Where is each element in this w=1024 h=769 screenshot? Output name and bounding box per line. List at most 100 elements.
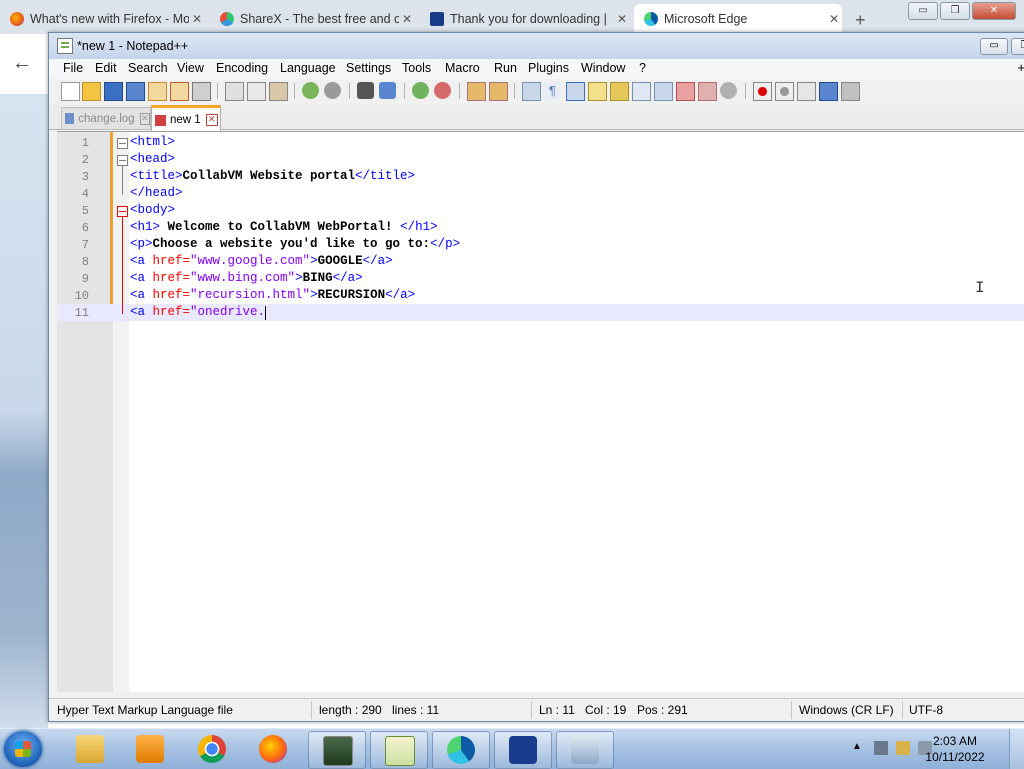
close-icon[interactable]: ✕ [614, 12, 630, 26]
menu-edit[interactable]: Edit [95, 61, 117, 75]
code-line[interactable]: <title>CollabVM Website portal</title> [130, 169, 415, 183]
code-line[interactable]: <a href="onedrive. [130, 305, 265, 319]
print-icon[interactable] [192, 82, 211, 101]
status-eol[interactable]: Windows (CR LF) [799, 703, 894, 717]
clock-date[interactable]: 10/11/2022 [920, 750, 990, 764]
plugin-icon[interactable] [720, 82, 737, 99]
code-line[interactable]: <a href="www.bing.com">BING</a> [130, 271, 363, 285]
redo-icon[interactable] [324, 82, 341, 99]
menu-window[interactable]: Window [581, 61, 625, 75]
minimize-button[interactable]: ▭ [980, 38, 1008, 55]
menu-view[interactable]: View [177, 61, 204, 75]
menu-encoding[interactable]: Encoding [216, 61, 268, 75]
action-center-icon[interactable] [896, 741, 910, 755]
menu-run[interactable]: Run [494, 61, 517, 75]
code-line[interactable]: <a href="www.google.com">GOOGLE</a> [130, 254, 393, 268]
code-line[interactable]: <p>Choose a website you'd like to go to:… [130, 237, 460, 251]
run-macro-multiple-icon[interactable] [819, 82, 838, 101]
folder-workspace-icon[interactable] [654, 82, 673, 101]
cut-icon[interactable] [225, 82, 244, 101]
browser-tab-edge[interactable]: Microsoft Edge ✕ [634, 4, 842, 34]
close-icon[interactable]: ✕ [205, 114, 218, 126]
indent-guide-icon[interactable] [566, 82, 585, 101]
close-file-icon[interactable] [148, 82, 167, 101]
save-macro-icon[interactable] [841, 82, 860, 101]
doc-map-icon[interactable] [610, 82, 629, 101]
user-language-icon[interactable] [588, 82, 607, 101]
close-icon[interactable]: ✕ [189, 12, 205, 26]
menu-tools[interactable]: Tools [402, 61, 431, 75]
code-line[interactable]: </head> [130, 186, 183, 200]
taskbar-notepadpp[interactable] [370, 731, 428, 769]
open-file-icon[interactable] [82, 82, 101, 101]
close-button[interactable]: ✕ [972, 2, 1016, 20]
title-bar[interactable]: *new 1 - Notepad++ ▭ ❐ [49, 33, 1024, 59]
save-all-icon[interactable] [126, 82, 145, 101]
new-file-icon[interactable] [61, 82, 80, 101]
restore-button[interactable]: ❐ [1011, 38, 1024, 55]
monitoring-icon[interactable] [676, 82, 695, 101]
stop-macro-icon[interactable] [775, 82, 794, 101]
status-position[interactable]: Pos : 291 [637, 703, 688, 717]
close-all-icon[interactable] [170, 82, 189, 101]
close-icon[interactable]: ✕ [826, 12, 842, 26]
play-macro-icon[interactable] [797, 82, 816, 101]
save-icon[interactable] [104, 82, 123, 101]
closed-folder-icon[interactable] [698, 82, 717, 101]
undo-icon[interactable] [302, 82, 319, 99]
menu-language[interactable]: Language [280, 61, 336, 75]
menu-plugins[interactable]: Plugins [528, 61, 569, 75]
menu-search[interactable]: Search [128, 61, 168, 75]
notepadpp-icon[interactable] [57, 38, 73, 54]
function-list-icon[interactable] [632, 82, 651, 101]
replace-icon[interactable] [379, 82, 396, 99]
browser-tab-malwarebytes[interactable]: Thank you for downloading | ✕ [420, 4, 630, 34]
paste-icon[interactable] [269, 82, 288, 101]
editor[interactable]: 1 2 3 4 5 6 7 8 9 10 11 <html> <head> <title>CollabV… [57, 131, 1024, 692]
tab-change-log[interactable]: change.log ✕ [61, 107, 151, 130]
show-desktop-button[interactable] [1009, 729, 1024, 769]
sync-horizontal-icon[interactable] [489, 82, 508, 101]
browser-tab-firefox[interactable]: What's new with Firefox - Mo ✕ [0, 4, 205, 34]
sync-vertical-icon[interactable] [467, 82, 486, 101]
clock-time[interactable]: 2:03 AM [920, 734, 990, 748]
taskbar-firefox[interactable] [245, 731, 301, 767]
show-hidden-icons-icon[interactable]: ▲ [852, 741, 866, 755]
taskbar-file-explorer[interactable] [62, 731, 118, 767]
show-all-characters-icon[interactable]: ¶ [544, 82, 561, 99]
zoom-in-icon[interactable] [412, 82, 429, 99]
copy-icon[interactable] [247, 82, 266, 101]
menu-file[interactable]: File [63, 61, 83, 75]
status-line[interactable]: Ln : 11 [539, 703, 575, 717]
code-line[interactable]: <h1> Welcome to CollabVM WebPortal! </h1… [130, 220, 438, 234]
code-line[interactable]: <head> [130, 152, 175, 166]
status-column[interactable]: Col : 19 [585, 703, 626, 717]
taskbar-edge[interactable] [432, 731, 490, 769]
browser-tab-sharex[interactable]: ShareX - The best free and op ✕ [210, 4, 415, 34]
find-icon[interactable] [357, 82, 374, 99]
close-icon[interactable]: ✕ [139, 112, 150, 125]
back-arrow-icon[interactable]: ← [12, 52, 32, 75]
code-area[interactable]: <html> <head> <title>CollabVM Website port… [129, 132, 1024, 692]
menu-help[interactable]: ? [639, 61, 646, 75]
close-icon[interactable]: ✕ [399, 12, 415, 26]
network-icon[interactable] [874, 741, 888, 755]
taskbar-malwarebytes[interactable] [494, 731, 552, 769]
restore-button[interactable]: ❐ [940, 2, 970, 20]
record-macro-icon[interactable] [753, 82, 772, 101]
code-line[interactable]: <html> [130, 135, 175, 149]
menu-settings[interactable]: Settings [346, 61, 391, 75]
start-button[interactable] [4, 731, 42, 767]
code-line[interactable]: <body> [130, 203, 175, 217]
zoom-out-icon[interactable] [434, 82, 451, 99]
fold-toggle-icon[interactable] [117, 138, 128, 149]
taskbar-media-player[interactable] [122, 731, 178, 767]
taskbar-task-manager[interactable] [308, 731, 366, 769]
word-wrap-icon[interactable] [522, 82, 541, 101]
tab-new-1[interactable]: new 1 ✕ [151, 105, 221, 132]
new-tab-button[interactable]: + [855, 10, 866, 31]
code-line[interactable]: <a href="recursion.html">RECURSION</a> [130, 288, 415, 302]
menu-macro[interactable]: Macro [445, 61, 480, 75]
menu-plus[interactable]: + [1017, 60, 1024, 75]
taskbar-control-panel[interactable] [556, 731, 614, 769]
